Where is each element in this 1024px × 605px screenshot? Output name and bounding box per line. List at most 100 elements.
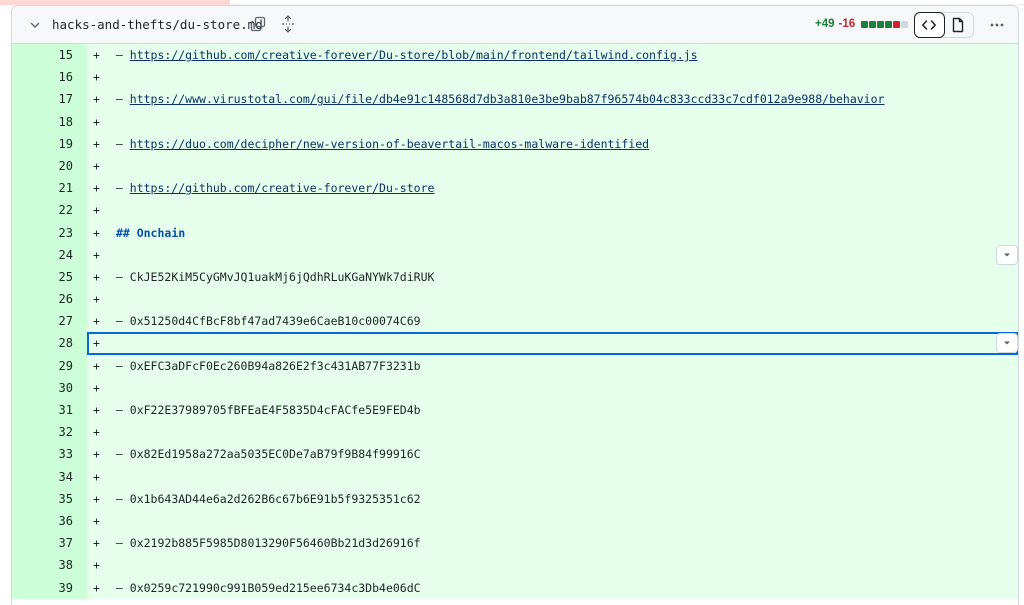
kebab-horizontal-icon[interactable]: [985, 14, 1009, 36]
diff-body: 15 + – https://github.com/creative-foreve…: [12, 44, 1018, 599]
addition-marker: +: [93, 314, 100, 329]
line-number[interactable]: 31: [12, 399, 87, 422]
addition-marker: +: [93, 203, 100, 218]
line-number[interactable]: 29: [12, 354, 87, 377]
code-view-button[interactable]: [914, 12, 945, 38]
addition-marker: +: [93, 513, 100, 528]
code-line[interactable]: +: [87, 554, 1018, 577]
line-number[interactable]: 35: [12, 487, 87, 510]
code-line[interactable]: + – 0x51250d4CfBcF8bf47ad7439e6CaeB10c00…: [87, 310, 1018, 333]
code-line[interactable]: +: [87, 110, 1018, 133]
diff-row: 37 + – 0x2192b885F5985D8013290F56460Bb21d…: [12, 532, 1018, 555]
code-line[interactable]: +: [87, 154, 1018, 178]
chevron-down-icon[interactable]: [26, 16, 44, 34]
address-text: 0x1b643AD44e6a2d262B6c67b6E91b5f9325351c…: [129, 491, 421, 506]
addition-marker: +: [93, 358, 100, 373]
line-number[interactable]: 27: [12, 310, 87, 333]
address-text: CkJE52KiM5CyGMvJQ1uakMj6jQdhRLuKGaNYWk7d…: [129, 269, 435, 284]
line-number[interactable]: 15: [12, 44, 87, 67]
addition-marker: +: [93, 491, 100, 506]
code-line[interactable]: + – 0x82Ed1958a272aa5035EC0De7aB79f9B84f…: [87, 443, 1018, 466]
file-path[interactable]: hacks-and-thefts/du-store.md: [52, 17, 263, 32]
line-number[interactable]: 17: [12, 88, 87, 111]
code-line[interactable]: +: [87, 509, 1018, 533]
addition-marker: +: [93, 48, 100, 62]
addition-marker: +: [93, 136, 100, 151]
diffstat-square: [861, 20, 869, 28]
deletions-count: -16: [838, 18, 856, 30]
code-line[interactable]: + – https://www.virustotal.com/gui/file/…: [87, 88, 1018, 111]
code-line[interactable]: +: [87, 465, 1018, 488]
list-prefix: –: [109, 358, 130, 373]
addition-marker: +: [93, 469, 100, 484]
address-text: 0x0259c721990c991B059ed215ee6734c3Db4e06…: [129, 580, 421, 595]
line-number[interactable]: 39: [12, 576, 87, 599]
line-number[interactable]: 22: [12, 199, 87, 222]
code-line[interactable]: +: [87, 288, 1018, 311]
line-number[interactable]: 23: [12, 221, 87, 244]
diff-row: 18 +: [12, 110, 1018, 133]
code-line[interactable]: +: [87, 376, 1018, 399]
code-line[interactable]: +: [87, 243, 1018, 266]
addition-marker: +: [93, 114, 100, 129]
unfold-icon[interactable]: [280, 15, 298, 35]
code-line[interactable]: +: [87, 421, 1018, 444]
diff-row: 38 +: [12, 554, 1018, 577]
code-line[interactable]: + – CkJE52KiM5CyGMvJQ1uakMj6jQdhRLuKGaNY…: [87, 265, 1018, 289]
line-number[interactable]: 19: [12, 132, 87, 155]
code-line[interactable]: +: [87, 332, 1018, 355]
code-line[interactable]: + – 0x1b643AD44e6a2d262B6c67b6E91b5f9325…: [87, 487, 1018, 510]
code-line[interactable]: + – 0x2192b885F5985D8013290F56460Bb21d3d…: [87, 532, 1018, 555]
url-link[interactable]: https://www.virustotal.com/gui/file/db4e…: [130, 92, 885, 106]
line-number[interactable]: 25: [12, 265, 87, 289]
diffstat-square: [893, 20, 901, 28]
code-line[interactable]: + – 0x0259c721990c991B059ed215ee6734c3Db…: [87, 576, 1018, 599]
url-link[interactable]: https://duo.com/decipher/new-version-of-…: [130, 137, 649, 151]
code-line[interactable]: +: [87, 199, 1018, 222]
diff-row: 32 +: [12, 421, 1018, 444]
diff-row: 22 +: [12, 199, 1018, 222]
line-number[interactable]: 30: [12, 376, 87, 399]
line-number[interactable]: 33: [12, 443, 87, 466]
rich-view-button[interactable]: [944, 13, 973, 37]
line-number[interactable]: 21: [12, 177, 87, 200]
view-toggle: [914, 12, 974, 38]
file-header: hacks-and-thefts/du-store.md +49 -16: [12, 6, 1018, 44]
addition-marker: +: [93, 536, 100, 551]
line-number[interactable]: 38: [12, 554, 87, 577]
code-line[interactable]: + – 0xF22E37989705fBFEaE4F5835D4cFACfe5E…: [87, 399, 1018, 422]
url-link[interactable]: https://github.com/creative-forever/Du-s…: [130, 48, 698, 62]
line-menu-button[interactable]: [996, 244, 1018, 265]
code-line[interactable]: + ## Onchain: [87, 221, 1018, 244]
diff-row: 31 + – 0xF22E37989705fBFEaE4F5835D4cFACfe…: [12, 399, 1018, 422]
address-text: 0x51250d4CfBcF8bf47ad7439e6CaeB10c00074C…: [129, 314, 421, 329]
url-link[interactable]: https://github.com/creative-forever/Du-s…: [130, 181, 435, 195]
line-number[interactable]: 36: [12, 509, 87, 533]
line-number[interactable]: 28: [12, 332, 87, 355]
line-menu-button[interactable]: [996, 333, 1018, 354]
line-number[interactable]: 18: [12, 110, 87, 133]
code-line[interactable]: + – 0xEFC3aDFcF0Ec260B94a826E2f3c431AB77…: [87, 354, 1018, 377]
line-number[interactable]: 16: [12, 66, 87, 89]
list-prefix: –: [109, 314, 130, 329]
diff-row: 35 + – 0x1b643AD44e6a2d262B6c67b6E91b5f93…: [12, 487, 1018, 510]
line-number[interactable]: 34: [12, 465, 87, 488]
address-text: 0xF22E37989705fBFEaE4F5835D4cFACfe5E9FED…: [129, 403, 421, 417]
triangle-down-icon: [1004, 253, 1010, 257]
diff-row: 17 + – https://www.virustotal.com/gui/fil…: [12, 88, 1018, 111]
copy-icon[interactable]: [250, 16, 268, 34]
line-number[interactable]: 37: [12, 532, 87, 555]
line-number[interactable]: 32: [12, 421, 87, 444]
additions-count: +49: [815, 18, 835, 30]
code-line[interactable]: + – https://github.com/creative-forever/…: [87, 177, 1018, 200]
line-number[interactable]: 20: [12, 154, 87, 178]
code-line[interactable]: + – https://github.com/creative-forever/…: [87, 44, 1018, 67]
code-line[interactable]: + – https://duo.com/decipher/new-version…: [87, 132, 1018, 155]
code-icon: [922, 20, 937, 30]
diff-row: 28 +: [12, 332, 1018, 355]
line-number[interactable]: 26: [12, 288, 87, 311]
line-number[interactable]: 24: [12, 243, 87, 266]
list-prefix: –: [109, 48, 130, 62]
code-line[interactable]: +: [87, 66, 1018, 89]
diff-row: 19 + – https://duo.com/decipher/new-versi…: [12, 132, 1018, 155]
